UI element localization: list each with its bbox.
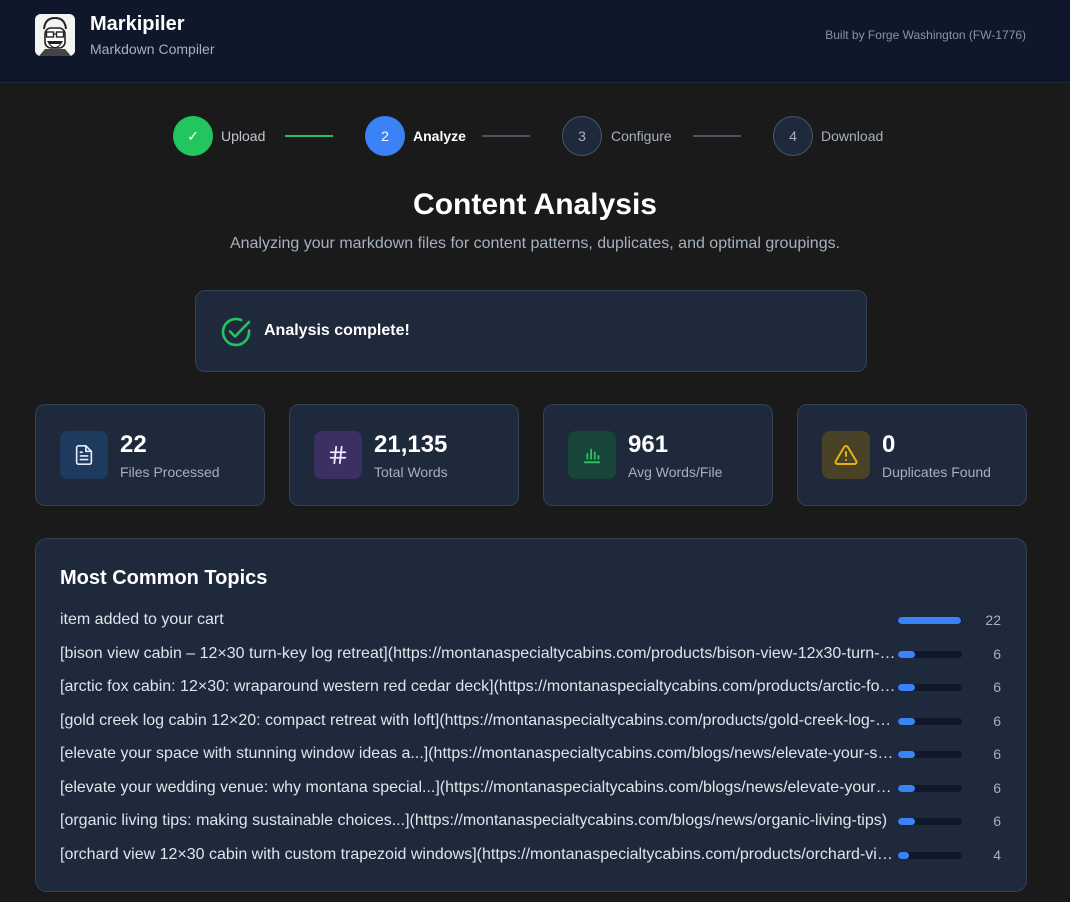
checkmark-icon: ✓ <box>187 127 199 144</box>
step-configure-circle[interactable]: 3 <box>562 116 602 156</box>
topic-bar <box>898 718 962 725</box>
step-analyze-circle[interactable]: 2 <box>365 116 405 156</box>
hash-icon <box>314 431 362 479</box>
topic-bar <box>898 684 962 691</box>
topic-row: [gold creek log cabin 12×20: compact ret… <box>60 709 1004 733</box>
stat-value: 0 <box>882 431 896 458</box>
topic-bar <box>898 651 962 658</box>
topic-row: [orchard view 12×30 cabin with custom tr… <box>60 843 1004 867</box>
page-subtitle: Analyzing your markdown files for conten… <box>229 235 841 252</box>
analysis-status-box: Analysis complete! <box>195 290 867 372</box>
app-logo <box>35 14 75 56</box>
app-header: Markipiler Markdown Compiler Built by Fo… <box>0 0 1070 83</box>
topic-count: 6 <box>993 780 1001 796</box>
topic-row: [arctic fox cabin: 12×30: wraparound wes… <box>60 675 1004 699</box>
topic-row: [elevate your space with stunning window… <box>60 742 1004 766</box>
topic-row: [elevate your wedding venue: why montana… <box>60 776 1004 800</box>
topic-bar <box>898 852 962 859</box>
stat-value: 21,135 <box>374 431 448 458</box>
topic-count: 6 <box>993 679 1001 695</box>
topic-count: 22 <box>985 612 1001 628</box>
topic-bar-fill <box>898 818 916 825</box>
topic-text: [gold creek log cabin 12×20: compact ret… <box>60 712 896 729</box>
stat-label: Files Processed <box>120 464 220 480</box>
step-download-label[interactable]: Download <box>821 128 883 144</box>
step-connector <box>693 135 741 137</box>
stat-value: 961 <box>628 431 669 458</box>
topic-text: [arctic fox cabin: 12×30: wraparound wes… <box>60 678 896 695</box>
topic-text: [elevate your wedding venue: why montana… <box>60 779 896 796</box>
topic-count: 6 <box>993 646 1001 662</box>
step-analyze-label[interactable]: Analyze <box>413 128 466 144</box>
topic-text: [orchard view 12×30 cabin with custom tr… <box>60 846 896 863</box>
step-download-circle[interactable]: 4 <box>773 116 813 156</box>
page-title: Content Analysis <box>413 188 657 221</box>
stat-label: Avg Words/File <box>628 464 723 480</box>
stat-card-duplicates: 0 Duplicates Found <box>797 404 1027 506</box>
topic-bar-fill <box>898 852 910 859</box>
topic-bar <box>898 818 962 825</box>
step-configure-label[interactable]: Configure <box>611 128 672 144</box>
topic-bar-fill <box>898 785 916 792</box>
bar-chart-icon <box>568 431 616 479</box>
topic-bar <box>898 785 962 792</box>
warning-icon <box>822 431 870 479</box>
topic-bar-fill <box>898 718 916 725</box>
topic-count: 6 <box>993 746 1001 762</box>
stat-label: Total Words <box>374 464 448 480</box>
credit-text: Built by Forge Washington (FW-1776) <box>825 28 1026 42</box>
stat-card-words: 21,135 Total Words <box>289 404 519 506</box>
app-title: Markipiler <box>90 13 185 35</box>
topic-bar-fill <box>898 751 916 758</box>
topic-text: [elevate your space with stunning window… <box>60 745 896 762</box>
stat-card-files: 22 Files Processed <box>35 404 265 506</box>
topic-bar <box>898 617 962 624</box>
topic-row: [organic living tips: making sustainable… <box>60 809 1004 833</box>
topic-row: item added to your cart 22 <box>60 608 1004 632</box>
step-upload-circle[interactable]: ✓ <box>173 116 213 156</box>
app-subtitle: Markdown Compiler <box>90 41 215 57</box>
step-connector <box>285 135 333 137</box>
stat-value: 22 <box>120 431 147 458</box>
stat-card-avg: 961 Avg Words/File <box>543 404 773 506</box>
topic-row: [bison view cabin – 12×30 turn-key log r… <box>60 642 1004 666</box>
topic-text: [bison view cabin – 12×30 turn-key log r… <box>60 645 896 662</box>
check-circle-icon <box>221 317 251 347</box>
document-icon <box>60 431 108 479</box>
topic-bar-fill <box>898 684 916 691</box>
topic-bar-fill <box>898 617 961 624</box>
topic-text: [organic living tips: making sustainable… <box>60 812 888 829</box>
topic-count: 4 <box>993 847 1001 863</box>
topic-bar-fill <box>898 651 916 658</box>
topic-bar <box>898 751 962 758</box>
stat-label: Duplicates Found <box>882 464 991 480</box>
step-upload-label[interactable]: Upload <box>221 128 265 144</box>
step-connector <box>482 135 530 137</box>
topic-text: item added to your cart <box>60 611 224 628</box>
status-message: Analysis complete! <box>264 322 410 339</box>
topic-count: 6 <box>993 713 1001 729</box>
topic-count: 6 <box>993 813 1001 829</box>
topics-title: Most Common Topics <box>60 567 268 589</box>
common-topics-panel: Most Common Topics item added to your ca… <box>35 538 1027 892</box>
